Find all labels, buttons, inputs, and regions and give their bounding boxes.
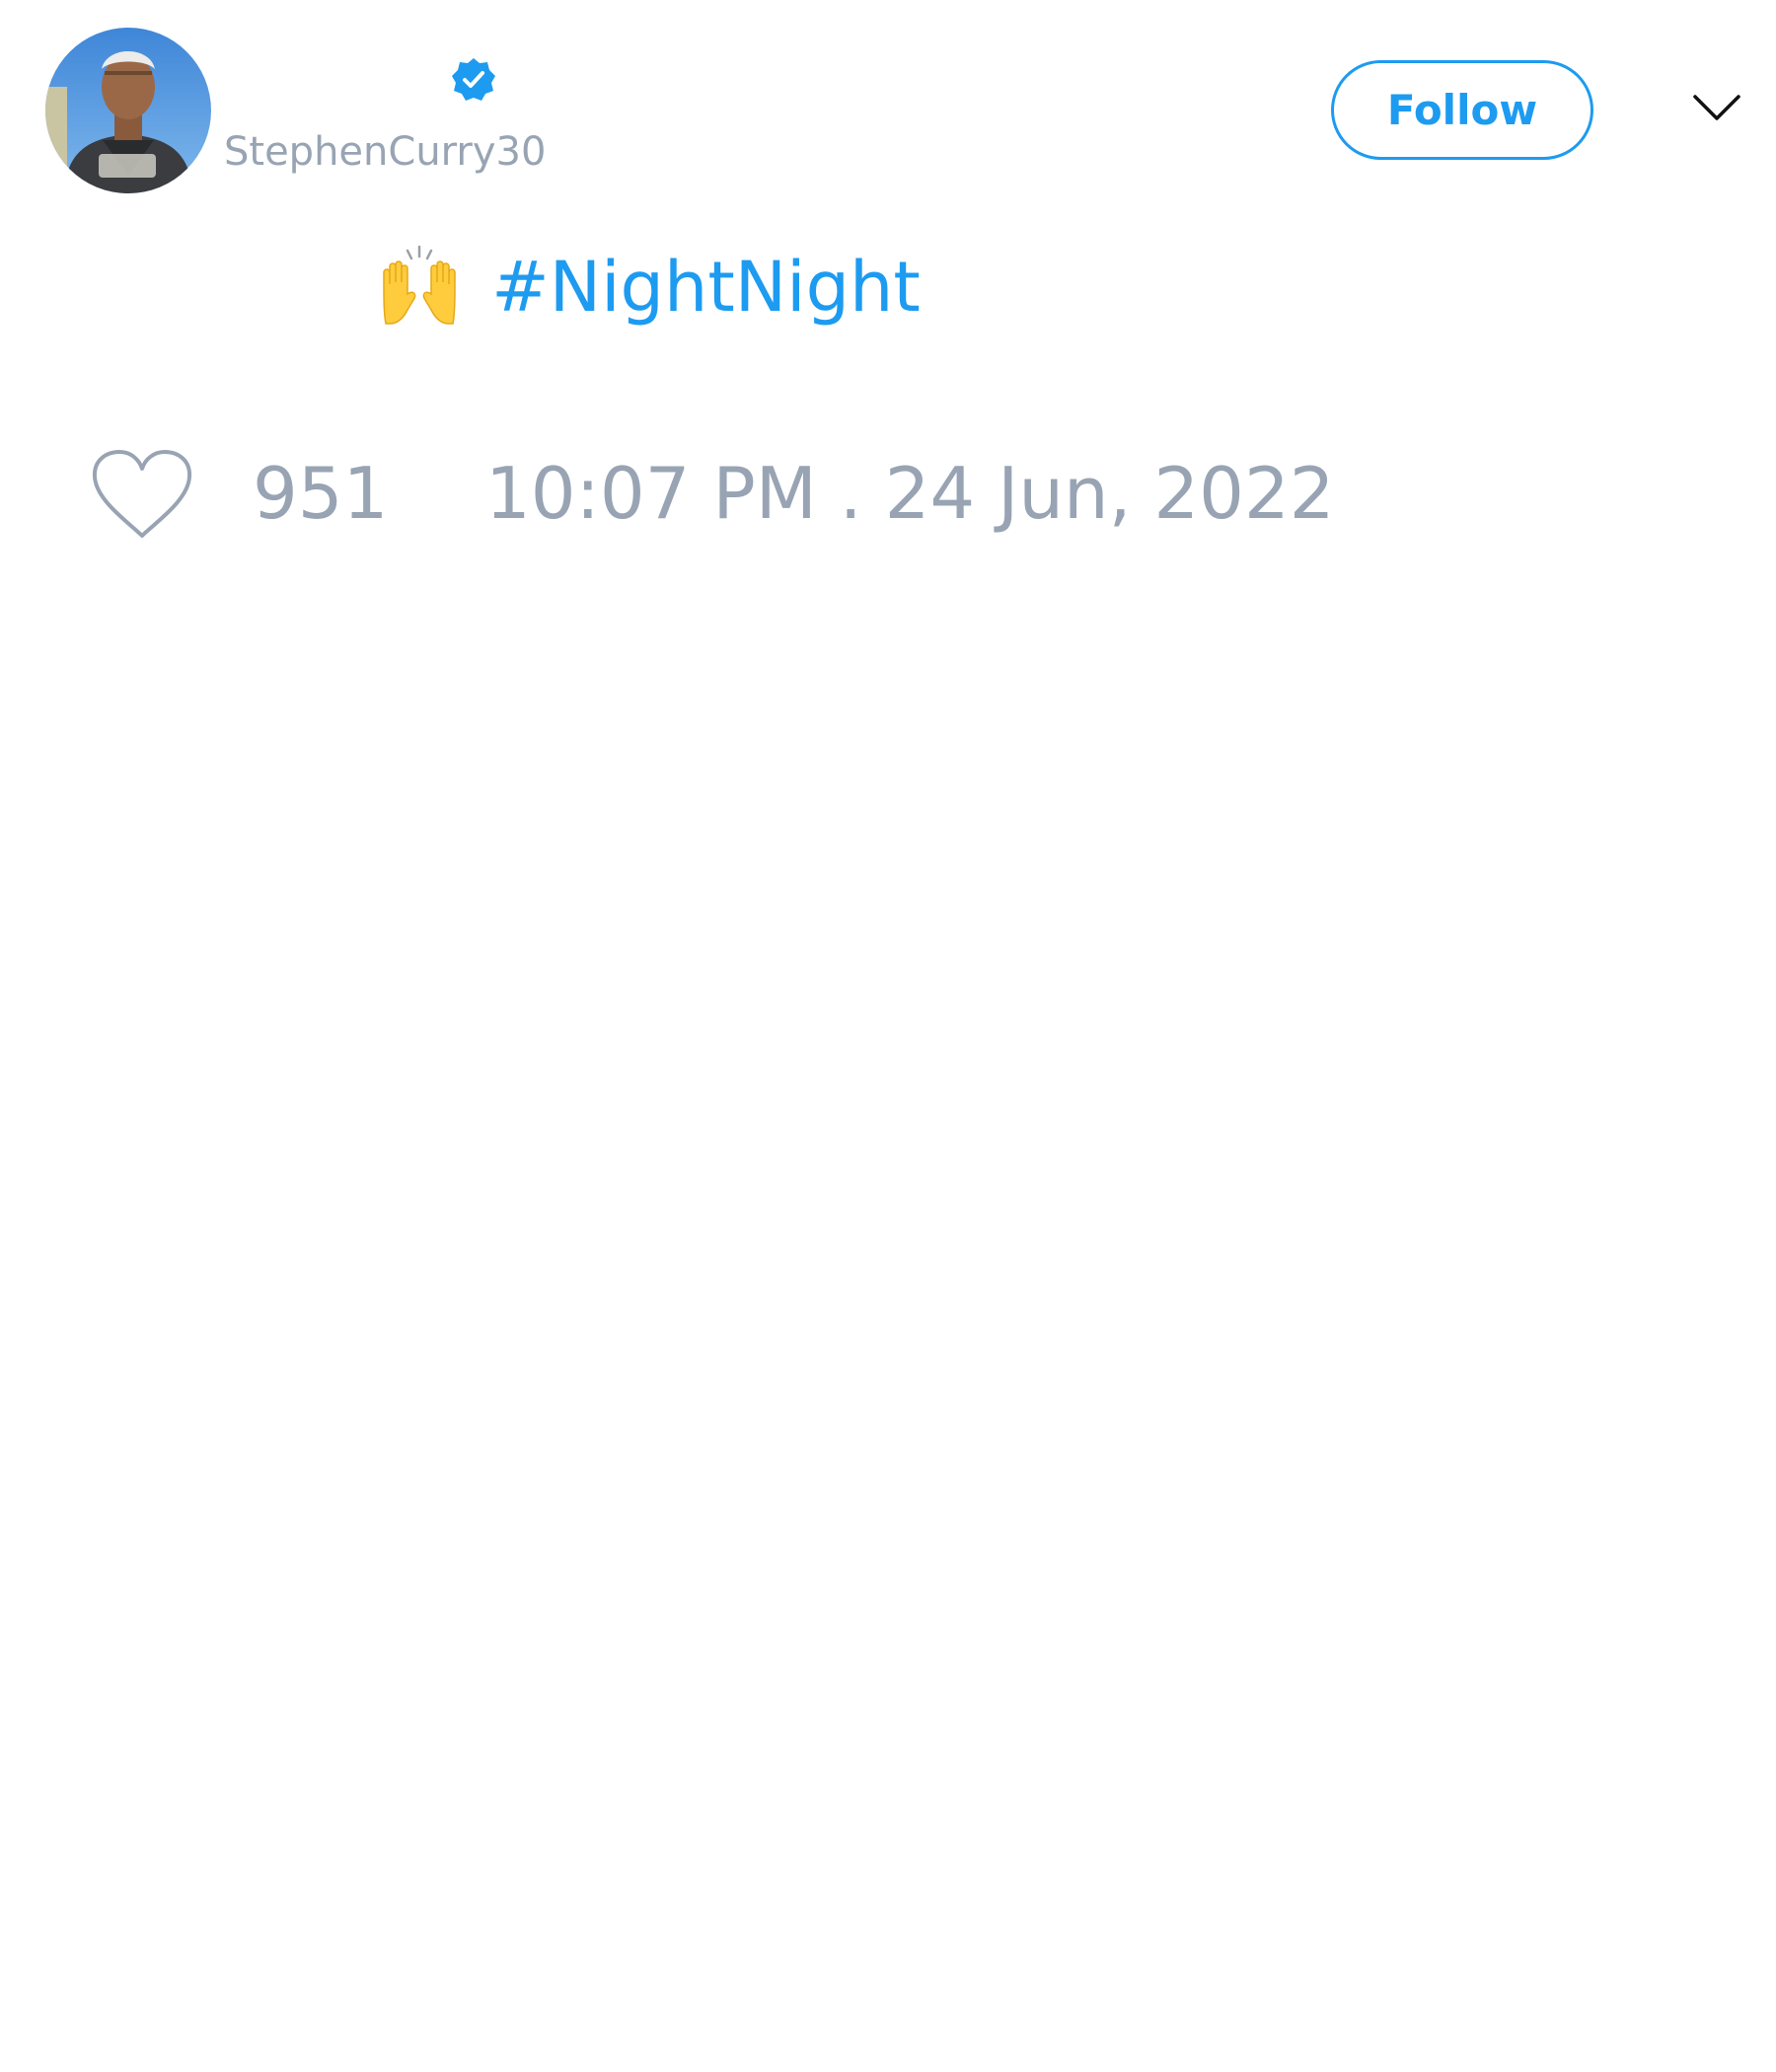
chevron-down-icon[interactable] — [1692, 91, 1741, 124]
like-count: 951 — [253, 452, 389, 535]
raising-hands-emoji-icon — [383, 245, 456, 325]
follow-button[interactable]: Follow — [1331, 60, 1593, 160]
avatar[interactable] — [45, 28, 211, 193]
heart-icon[interactable] — [90, 449, 194, 542]
hashtag-link[interactable]: #NightNight — [491, 245, 921, 330]
tweet-text: #NightNight — [378, 245, 921, 333]
verified-badge-icon — [452, 58, 495, 101]
tweet-timestamp[interactable]: 10:07 PM . 24 Jun, 2022 — [485, 451, 1335, 536]
author-handle[interactable]: StephenCurry30 — [224, 128, 546, 176]
avatar-image — [45, 28, 211, 193]
